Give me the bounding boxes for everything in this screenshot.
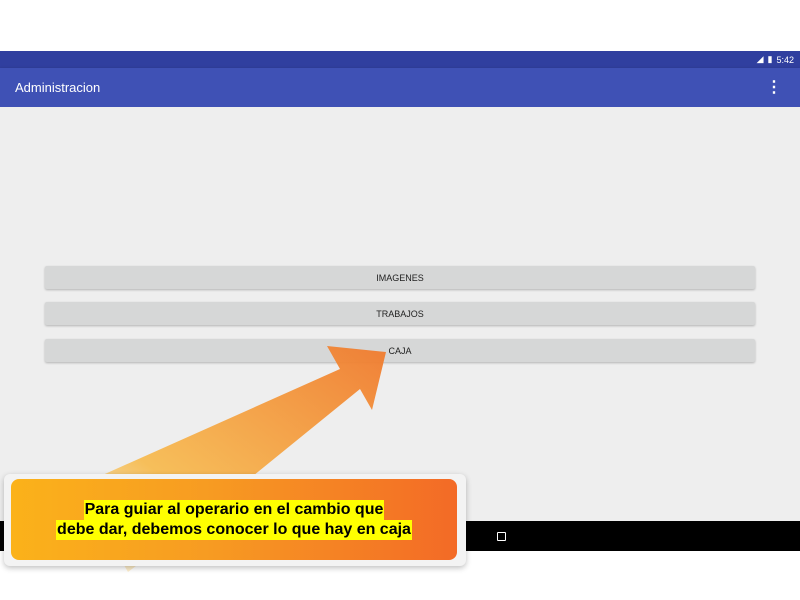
callout-line-1: Para guiar al operario en el cambio que	[83, 499, 385, 520]
status-time: 5:42	[776, 54, 794, 65]
more-vert-icon[interactable]: ⋮	[766, 77, 782, 97]
recents-icon[interactable]	[497, 532, 506, 541]
trabajos-button[interactable]: TRABAJOS	[45, 302, 755, 325]
status-bar: ◢ ▮ 5:42	[0, 51, 800, 68]
signal-icon: ◢	[756, 54, 764, 64]
caja-button[interactable]: CAJA	[45, 339, 755, 362]
battery-icon: ▮	[767, 54, 773, 64]
callout-line-2: debe dar, debemos conocer lo que hay en …	[56, 519, 412, 540]
app-toolbar: Administracion ⋮	[0, 68, 800, 107]
imagenes-button[interactable]: IMAGENES	[45, 266, 755, 289]
page-title: Administracion	[15, 80, 101, 95]
callout-box: Para guiar al operario en el cambio que …	[11, 479, 457, 560]
